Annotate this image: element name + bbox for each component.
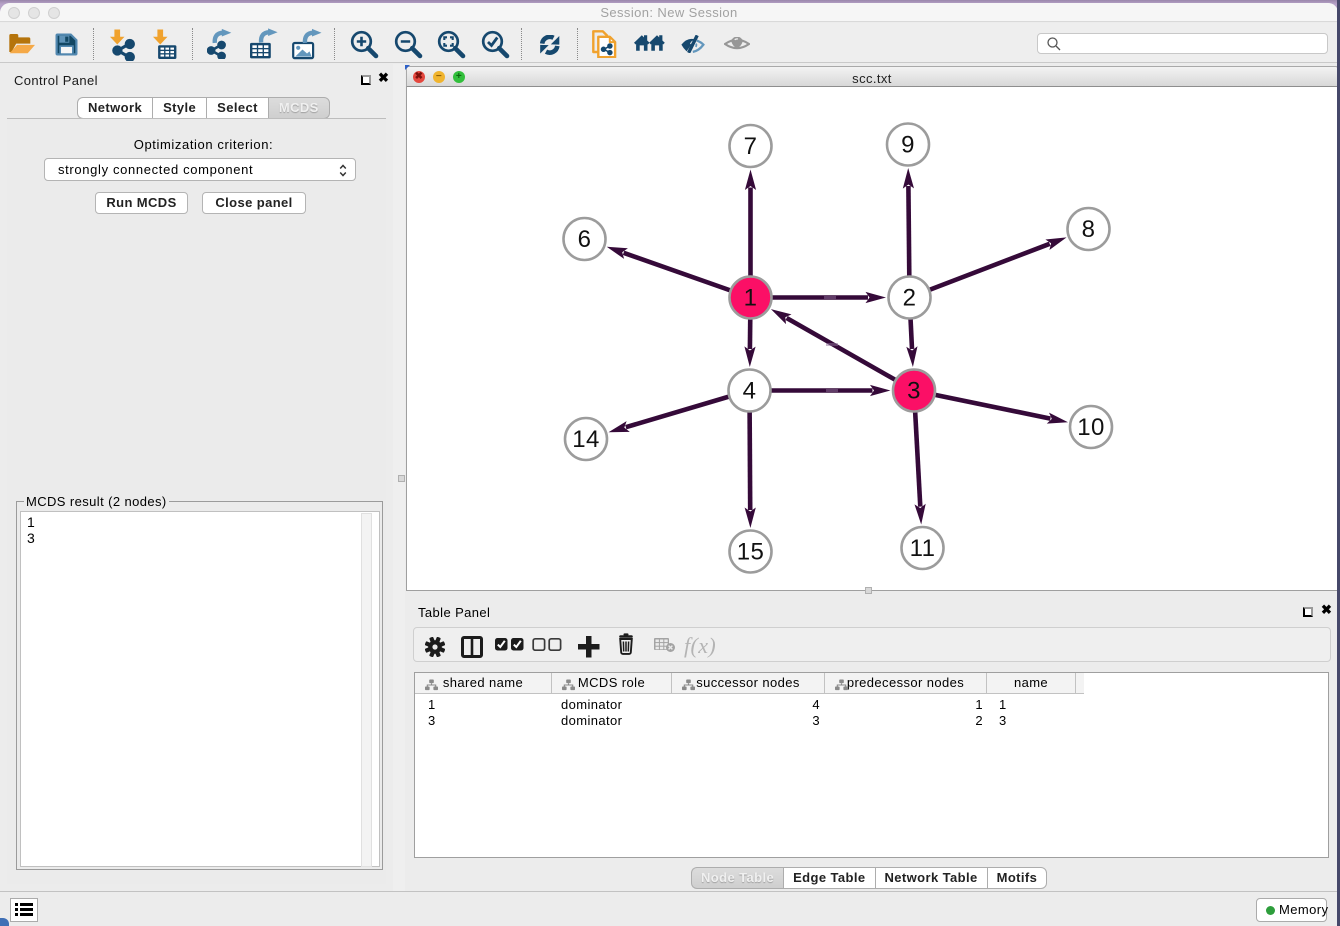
- svg-text:9: 9: [901, 132, 915, 159]
- svg-text:8: 8: [1082, 216, 1096, 243]
- svg-text:4: 4: [743, 378, 757, 405]
- svg-text:10: 10: [1077, 414, 1105, 441]
- svg-text:6: 6: [578, 226, 592, 253]
- svg-text:7: 7: [744, 133, 758, 160]
- svg-text:1: 1: [744, 285, 758, 312]
- svg-text:2: 2: [903, 285, 917, 312]
- svg-text:14: 14: [572, 426, 600, 453]
- svg-text:11: 11: [910, 535, 936, 562]
- svg-text:3: 3: [907, 378, 921, 405]
- svg-text:15: 15: [737, 539, 765, 566]
